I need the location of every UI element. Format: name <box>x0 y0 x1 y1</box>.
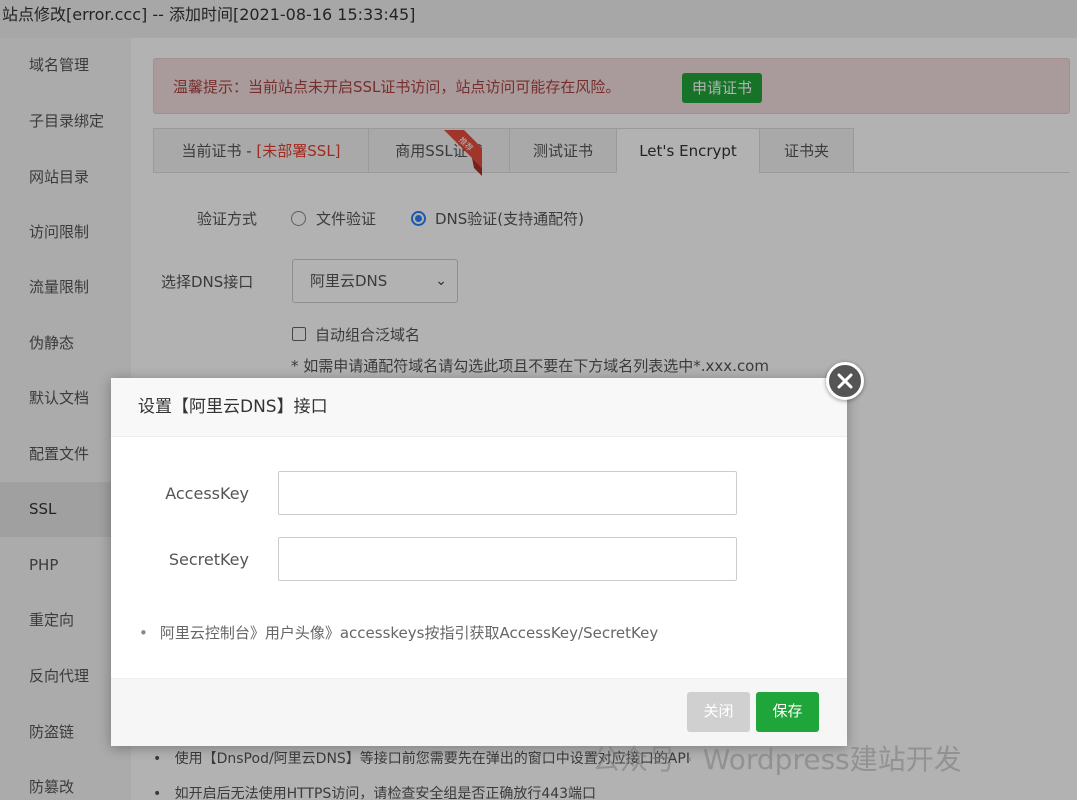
close-button[interactable]: 关闭 <box>687 692 750 732</box>
watermark: 公众号 · Wordpress建站开发 <box>592 743 962 776</box>
secretkey-input[interactable] <box>278 537 737 581</box>
accesskey-hint: • 阿里云控制台》用户头像》accesskeys按指引获取AccessKey/Se… <box>139 624 659 642</box>
dns-api-dialog: 设置【阿里云DNS】接口 AccessKey SecretKey • 阿里云控制台… <box>111 378 847 746</box>
accesskey-input[interactable] <box>278 471 737 515</box>
accesskey-label: AccessKey <box>165 484 249 503</box>
dialog-close-button[interactable] <box>826 362 864 400</box>
dialog-title: 设置【阿里云DNS】接口 <box>111 378 847 437</box>
close-icon <box>837 373 853 389</box>
save-button[interactable]: 保存 <box>756 692 819 732</box>
dialog-footer: 关闭 保存 <box>111 678 847 746</box>
accesskey-hint-text: 阿里云控制台》用户头像》accesskeys按指引获取AccessKey/Sec… <box>159 624 659 642</box>
secretkey-label: SecretKey <box>168 550 249 569</box>
